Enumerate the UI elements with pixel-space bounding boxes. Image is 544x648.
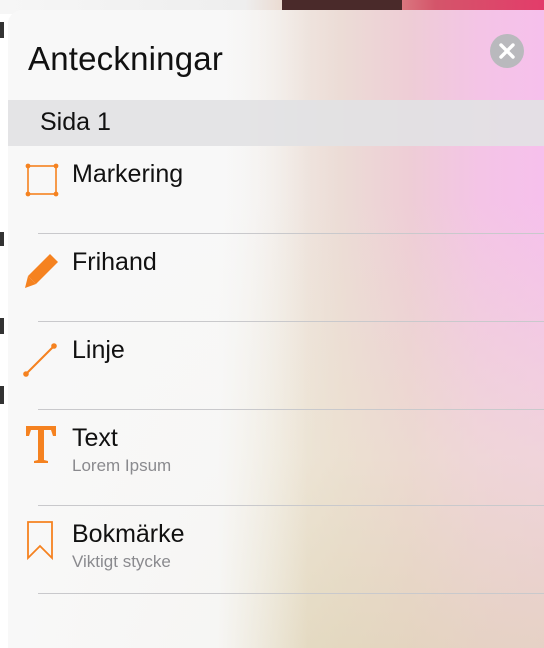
item-label: Linje [72,336,125,364]
annotations-panel: Anteckningar Sida 1 Markering Frihand Li… [8,10,544,648]
close-button[interactable] [490,34,524,68]
bookmark-icon [27,521,53,561]
item-label: Bokmärke [72,520,185,548]
list-item-freehand[interactable]: Frihand [8,234,544,322]
item-sublabel: Lorem Ipsum [72,456,172,475]
background-edge [0,386,4,404]
close-icon [499,43,515,59]
list-item-text[interactable]: Text Lorem Ipsum [8,410,544,506]
section-label: Sida 1 [40,108,111,136]
line-icon [23,343,57,377]
background-edge [0,318,4,334]
selection-rectangle-icon [25,163,59,197]
item-label: Frihand [72,248,157,276]
background-edge [0,232,4,246]
item-label: Text [72,424,118,452]
divider [38,593,544,594]
item-sublabel: Viktigt stycke [72,552,171,571]
item-label: Markering [72,160,184,188]
list-item-selection[interactable]: Markering [8,146,544,234]
list-item-bookmark[interactable]: Bokmärke Viktigt stycke [8,506,544,594]
section-header-page: Sida 1 [8,100,544,146]
pencil-icon [25,254,58,288]
panel-title: Anteckningar [28,40,224,77]
panel-header: Anteckningar [8,10,544,100]
background-edge [0,22,4,38]
text-icon [26,426,56,463]
list-item-line[interactable]: Linje [8,322,544,410]
